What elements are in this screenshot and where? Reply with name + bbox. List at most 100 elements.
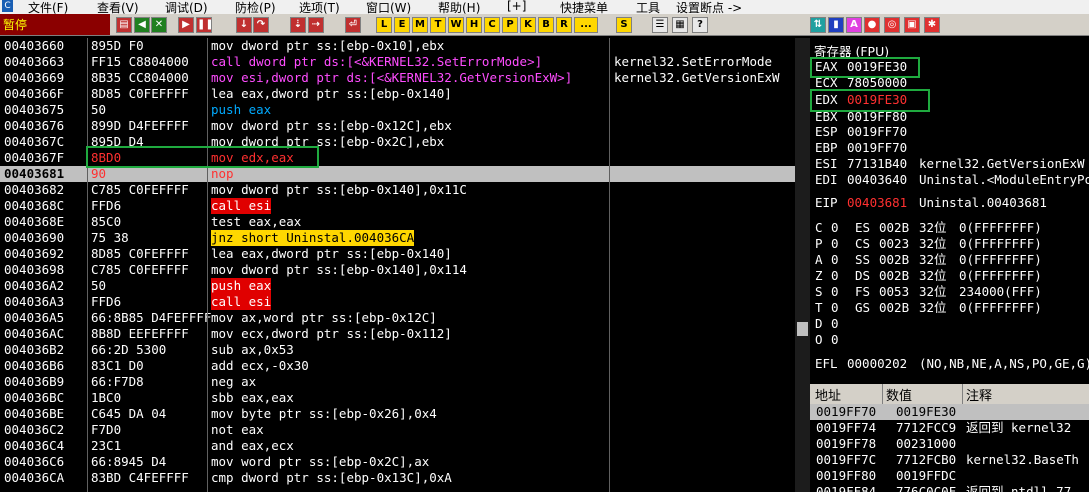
- code-row[interactable]: 004036A5 66:8B85 D4FEFFFF mov ax,word ptr …: [0, 310, 795, 326]
- code-row[interactable]: 00403675 50 push eax: [0, 102, 795, 118]
- code-row[interactable]: 004036AC 8B8D EEFEFFFF mov ecx,dword ptr s…: [0, 326, 795, 342]
- step-into-icon[interactable]: ↓: [236, 17, 252, 33]
- stack-row[interactable]: 0019FF80 0019FFDC: [810, 468, 1089, 484]
- toolbar-M-button[interactable]: M: [412, 17, 428, 33]
- menu-options[interactable]: 选项(T): [299, 0, 340, 14]
- register-value: 00403640: [847, 172, 908, 187]
- stack-row[interactable]: 0019FF70 0019FE30: [810, 404, 1089, 420]
- registry-icon[interactable]: ▣: [904, 17, 920, 33]
- step-over-icon[interactable]: ↷: [253, 17, 269, 33]
- toolbar-S-button[interactable]: S: [616, 17, 632, 33]
- stack-row[interactable]: 0019FF74 7712FCC9 返回到 kernel32: [810, 420, 1089, 436]
- scroll-thumb[interactable]: [797, 322, 808, 336]
- code-row[interactable]: 004036A2 50 push eax: [0, 278, 795, 294]
- code-row[interactable]: 00403669 8B35 CC804000 mov esi,dword ptr d…: [0, 70, 795, 86]
- code-address: 00403660: [4, 38, 65, 53]
- code-row[interactable]: 00403676 899D D4FEFFFF mov dword ptr ss:[e…: [0, 118, 795, 134]
- register-info: Uninstal.00403681: [919, 195, 1047, 210]
- menu-view[interactable]: 查看(V): [97, 0, 139, 14]
- column-divider: [882, 384, 883, 404]
- toolbar-K-button[interactable]: K: [520, 17, 536, 33]
- stack-header-value[interactable]: 数值: [886, 385, 912, 404]
- code-row[interactable]: 004036B2 66:2D 5300 sub ax,0x53: [0, 342, 795, 358]
- stack-header-comment[interactable]: 注释: [966, 385, 992, 404]
- menu-window[interactable]: 窗口(W): [366, 0, 411, 14]
- record-icon[interactable]: ●: [864, 17, 880, 33]
- open-icon[interactable]: ▤: [116, 17, 132, 33]
- toolbar-B-button[interactable]: B: [538, 17, 554, 33]
- menu-protect[interactable]: 防检(P): [235, 0, 276, 14]
- code-row[interactable]: 004036A3 FFD6 call esi: [0, 294, 795, 310]
- current-instruction-row[interactable]: 00403681 90 nop: [0, 166, 795, 182]
- menu-debug[interactable]: 调试(D): [165, 0, 208, 14]
- list-icon[interactable]: ☰: [652, 17, 668, 33]
- code-address: 004036A2: [4, 278, 65, 293]
- toolbar-dots-button[interactable]: ...: [574, 17, 598, 33]
- code-row[interactable]: 004036C2 F7D0 not eax: [0, 422, 795, 438]
- code-row[interactable]: 004036BE C645 DA 04 mov byte ptr ss:[ebp-0…: [0, 406, 795, 422]
- bug-icon[interactable]: ✱: [924, 17, 940, 33]
- stack-row[interactable]: 0019FF7C 7712FCB0 kernel32.BaseTh: [810, 452, 1089, 468]
- pause-icon[interactable]: ❚❚: [196, 17, 212, 33]
- stack-address: 0019FF70: [816, 404, 877, 419]
- code-row[interactable]: 00403690 75 38 jnz short Uninstal.004036CA: [0, 230, 795, 246]
- execute-till-return-icon[interactable]: ⏎: [345, 17, 361, 33]
- code-row[interactable]: 004036B6 83C1 D0 add ecx,-0x30: [0, 358, 795, 374]
- code-disasm: nop: [211, 166, 234, 181]
- sync-icon[interactable]: ⇅: [810, 17, 826, 33]
- toolbar-H-button[interactable]: H: [466, 17, 482, 33]
- code-row[interactable]: 00403698 C785 C0FEFFFF mov dword ptr ss:[e…: [0, 262, 795, 278]
- toolbar-W-button[interactable]: W: [448, 17, 464, 33]
- code-row[interactable]: 004036C6 66:8945 D4 mov word ptr ss:[ebp-0…: [0, 454, 795, 470]
- stack-pane[interactable]: 地址 数值 注释 0019FF70 0019FE30 0019FF74 7712FC…: [810, 384, 1089, 492]
- code-row[interactable]: 004036C4 23C1 and eax,ecx: [0, 438, 795, 454]
- disassembly-pane[interactable]: 00403660 895D F0 mov dword ptr ss:[ebp-0x1…: [0, 38, 795, 492]
- toolbar-T-button[interactable]: T: [430, 17, 446, 33]
- code-row[interactable]: 00403682 C785 C0FEFFFF mov dword ptr ss:[e…: [0, 182, 795, 198]
- menu-file[interactable]: 文件(F): [28, 0, 68, 14]
- menu-plus[interactable]: [+]: [507, 0, 526, 13]
- code-row[interactable]: 004036B9 66:F7D8 neg ax: [0, 374, 795, 390]
- stack-comment: 返回到 kernel32: [966, 420, 1072, 435]
- lock-icon[interactable]: ▮: [828, 17, 844, 33]
- code-row[interactable]: 00403692 8D85 C0FEFFFF lea eax,dword ptr s…: [0, 246, 795, 262]
- menu-tools[interactable]: 工具: [636, 0, 660, 14]
- code-address: 00403675: [4, 102, 65, 117]
- close-icon[interactable]: ✕: [151, 17, 167, 33]
- rewind-icon[interactable]: ◀: [134, 17, 150, 33]
- toolbar-R-button[interactable]: R: [556, 17, 572, 33]
- code-row[interactable]: 00403660 895D F0 mov dword ptr ss:[ebp-0x1…: [0, 38, 795, 54]
- code-row[interactable]: 0040368C FFD6 call esi: [0, 198, 795, 214]
- code-hex: 50: [91, 102, 107, 117]
- grid-icon[interactable]: ▦: [672, 17, 688, 33]
- code-address: 004036B2: [4, 342, 65, 357]
- target-icon[interactable]: ◎: [884, 17, 900, 33]
- stack-row[interactable]: 0019FF78 00231000: [810, 436, 1089, 452]
- disassembly-scrollbar[interactable]: [795, 38, 810, 492]
- code-row[interactable]: 0040366F 8D85 C0FEFFFF lea eax,dword ptr s…: [0, 86, 795, 102]
- code-address: 0040366F: [4, 86, 65, 101]
- help-icon[interactable]: ?: [692, 17, 708, 33]
- toolbar-E-button[interactable]: E: [394, 17, 410, 33]
- toolbar-P-button[interactable]: P: [502, 17, 518, 33]
- menu-set-breakpoint[interactable]: 设置断点 ->: [676, 0, 742, 14]
- a-icon[interactable]: A: [846, 17, 862, 33]
- trace-into-icon[interactable]: ⇣: [290, 17, 306, 33]
- menu-help[interactable]: 帮助(H): [438, 0, 480, 14]
- code-row[interactable]: 004036BC 1BC0 sbb eax,eax: [0, 390, 795, 406]
- toolbar-C-button[interactable]: C: [484, 17, 500, 33]
- menu-shortcut[interactable]: 快捷菜单: [560, 0, 608, 14]
- stack-row[interactable]: 0019FF84 776C0C0F 返回到 ntdll.77: [810, 484, 1089, 492]
- toolbar-L-button[interactable]: L: [376, 17, 392, 33]
- trace-over-icon[interactable]: ⇢: [308, 17, 324, 33]
- code-row[interactable]: 004036CA 83BD C4FEFFFF cmp dword ptr ss:[e…: [0, 470, 795, 486]
- code-row[interactable]: 0040368E 85C0 test eax,eax: [0, 214, 795, 230]
- toolbar: 暂停 ▤ ◀ ✕ ▶ ❚❚ ↓ ↷ ⇣ ⇢ ⏎ L E M T W H C P …: [0, 14, 1089, 36]
- segment-name: FS: [855, 284, 871, 299]
- stack-header-address[interactable]: 地址: [815, 385, 841, 404]
- flag-value: 0: [831, 300, 839, 315]
- code-row[interactable]: 00403663 FF15 C8804000 call dword ptr ds:[…: [0, 54, 795, 70]
- register-info: kernel32.GetVersionExW: [919, 156, 1085, 171]
- eax-highlight-box: [810, 57, 920, 78]
- run-icon[interactable]: ▶: [178, 17, 194, 33]
